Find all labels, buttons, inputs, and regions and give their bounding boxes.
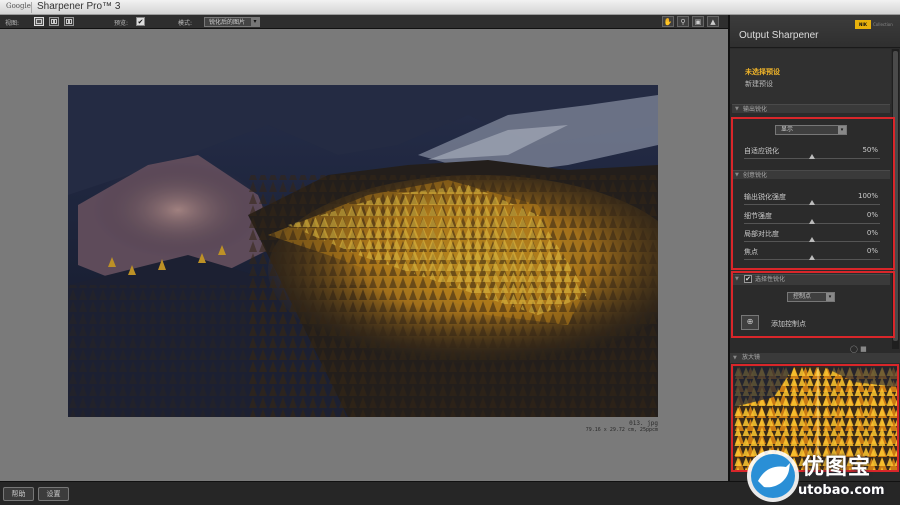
watermark-text: 优图宝 (802, 455, 872, 480)
output-sharpening-header[interactable]: ▼ 输出锐化 (732, 104, 890, 113)
output-type-value: 显示 (781, 126, 794, 133)
loupe-title: 放大镜 (742, 354, 761, 361)
presets-area: 未选择预设 新建预设 (730, 49, 891, 104)
info-icon[interactable]: ▲ (707, 16, 719, 27)
mode-select[interactable]: 锐化后的图片 ▾ (204, 17, 260, 27)
nik-logo-subtitle: Collection (873, 22, 893, 27)
add-control-point-label: 添加控制点 (771, 320, 806, 328)
bird-logo-icon (747, 450, 799, 502)
mode-label: 模式: (178, 20, 193, 27)
hand-icon[interactable]: ✋ (662, 16, 674, 27)
title-bar: Google Sharpener Pro™ 3 (0, 0, 900, 15)
slider-knob[interactable] (809, 154, 815, 159)
product-name: Sharpener Pro™ 3 (37, 1, 121, 12)
control-point-icon: ⊕ (746, 317, 754, 326)
slider-value: 0% (866, 247, 878, 255)
local-contrast-slider[interactable] (744, 237, 880, 242)
panel-scrollbar[interactable] (892, 49, 899, 349)
preview-label: 预览: (114, 20, 129, 27)
collapse-triangle-icon: ▼ (735, 276, 739, 282)
right-panel: NIK Collection Output Sharpener 未选择预设 新建… (728, 15, 900, 481)
image-canvas[interactable]: 013. jpg 79.16 x 29.72 cm, 25ppcm (0, 29, 728, 481)
sharpener-app-window: Google Sharpener Pro™ 3 视图: 预览: ✔ 模式: 锐化… (0, 0, 900, 505)
watermark-url: utobao.com (798, 483, 885, 498)
file-info: 013. jpg 79.16 x 29.72 cm, 25ppcm (586, 420, 658, 433)
slider-label: 输出锐化强度 (744, 193, 786, 201)
scrollbar-thumb[interactable] (893, 51, 898, 341)
color-picker-icon[interactable]: ▣ (692, 16, 704, 27)
output-strength-slider[interactable] (744, 200, 880, 205)
chevron-down-icon: ▾ (251, 18, 259, 26)
chevron-down-icon: ▾ (838, 126, 846, 134)
adaptive-sharpening-value: 50% (862, 146, 878, 154)
single-view-icon[interactable] (34, 17, 44, 26)
watermark: 优图宝 utobao.com (740, 445, 900, 505)
selective-sharpening-header[interactable]: ▼ 选择性锐化 (732, 274, 890, 285)
split-view-icon[interactable] (49, 17, 59, 26)
structure-slider[interactable] (744, 219, 880, 224)
nik-logo: NIK (855, 20, 871, 29)
add-control-point-button[interactable]: ⊕ (741, 315, 759, 330)
preset-active[interactable]: 未选择预设 (745, 67, 780, 77)
focus-slider[interactable] (744, 255, 880, 260)
control-point-select[interactable]: 控制点 ▾ (787, 292, 835, 302)
chevron-down-icon: ▾ (826, 293, 834, 301)
slider-value: 0% (866, 211, 878, 219)
preview-image[interactable] (68, 85, 658, 417)
mode-select-value: 锐化后的图片 (209, 19, 246, 26)
slider-knob[interactable] (809, 200, 815, 205)
loupe-pin-icon[interactable]: ◯ (850, 345, 858, 353)
zoom-icon[interactable]: ⚲ (677, 16, 689, 27)
slider-knob[interactable] (809, 255, 815, 260)
file-name: 013. jpg (629, 420, 658, 427)
loupe-tools: ◯ ■ (850, 345, 867, 353)
mountain-photo (68, 85, 658, 417)
side-by-side-view-icon[interactable] (64, 17, 74, 26)
google-brand: Google (6, 2, 31, 10)
adaptive-sharpening-label: 自适应锐化 (744, 147, 779, 155)
top-toolbar: 视图: 预览: ✔ 模式: 锐化后的图片 ▾ ✋ ⚲ ▣ ▲ (0, 15, 728, 29)
panel-header: NIK Collection Output Sharpener (730, 15, 900, 48)
slider-value: 0% (866, 229, 878, 237)
preview-checkbox[interactable]: ✔ (136, 17, 145, 26)
loupe-header[interactable]: ▼ 放大镜 (730, 353, 900, 363)
slider-knob[interactable] (809, 237, 815, 242)
output-sharpening-title: 输出锐化 (743, 106, 768, 113)
file-dimensions: 79.16 x 29.72 cm, 25ppcm (585, 427, 658, 433)
output-type-select[interactable]: 显示 ▾ (775, 125, 847, 135)
view-label: 视图: (5, 20, 20, 27)
panel-title: Output Sharpener (739, 30, 819, 41)
title-separator (31, 2, 32, 13)
control-point-select-value: 控制点 (793, 293, 812, 300)
collapse-triangle-icon: ▼ (735, 106, 739, 112)
selective-sharpening-checkbox[interactable]: ✔ (744, 275, 752, 283)
slider-label: 局部对比度 (744, 230, 779, 238)
loupe-menu-icon[interactable]: ■ (860, 345, 867, 353)
adaptive-sharpening-slider[interactable] (744, 154, 880, 159)
slider-value: 100% (857, 192, 878, 200)
collapse-triangle-icon: ▼ (735, 172, 739, 178)
creative-sharpening-title: 创意锐化 (743, 172, 768, 179)
settings-button[interactable]: 设置 (38, 487, 69, 501)
creative-sharpening-header[interactable]: ▼ 创意锐化 (732, 170, 890, 179)
slider-label: 焦点 (744, 248, 758, 256)
slider-label: 细节强度 (744, 212, 772, 220)
slider-knob[interactable] (809, 219, 815, 224)
preset-new[interactable]: 新建预设 (745, 79, 773, 89)
help-button[interactable]: 帮助 (3, 487, 34, 501)
collapse-triangle-icon: ▼ (733, 355, 737, 361)
